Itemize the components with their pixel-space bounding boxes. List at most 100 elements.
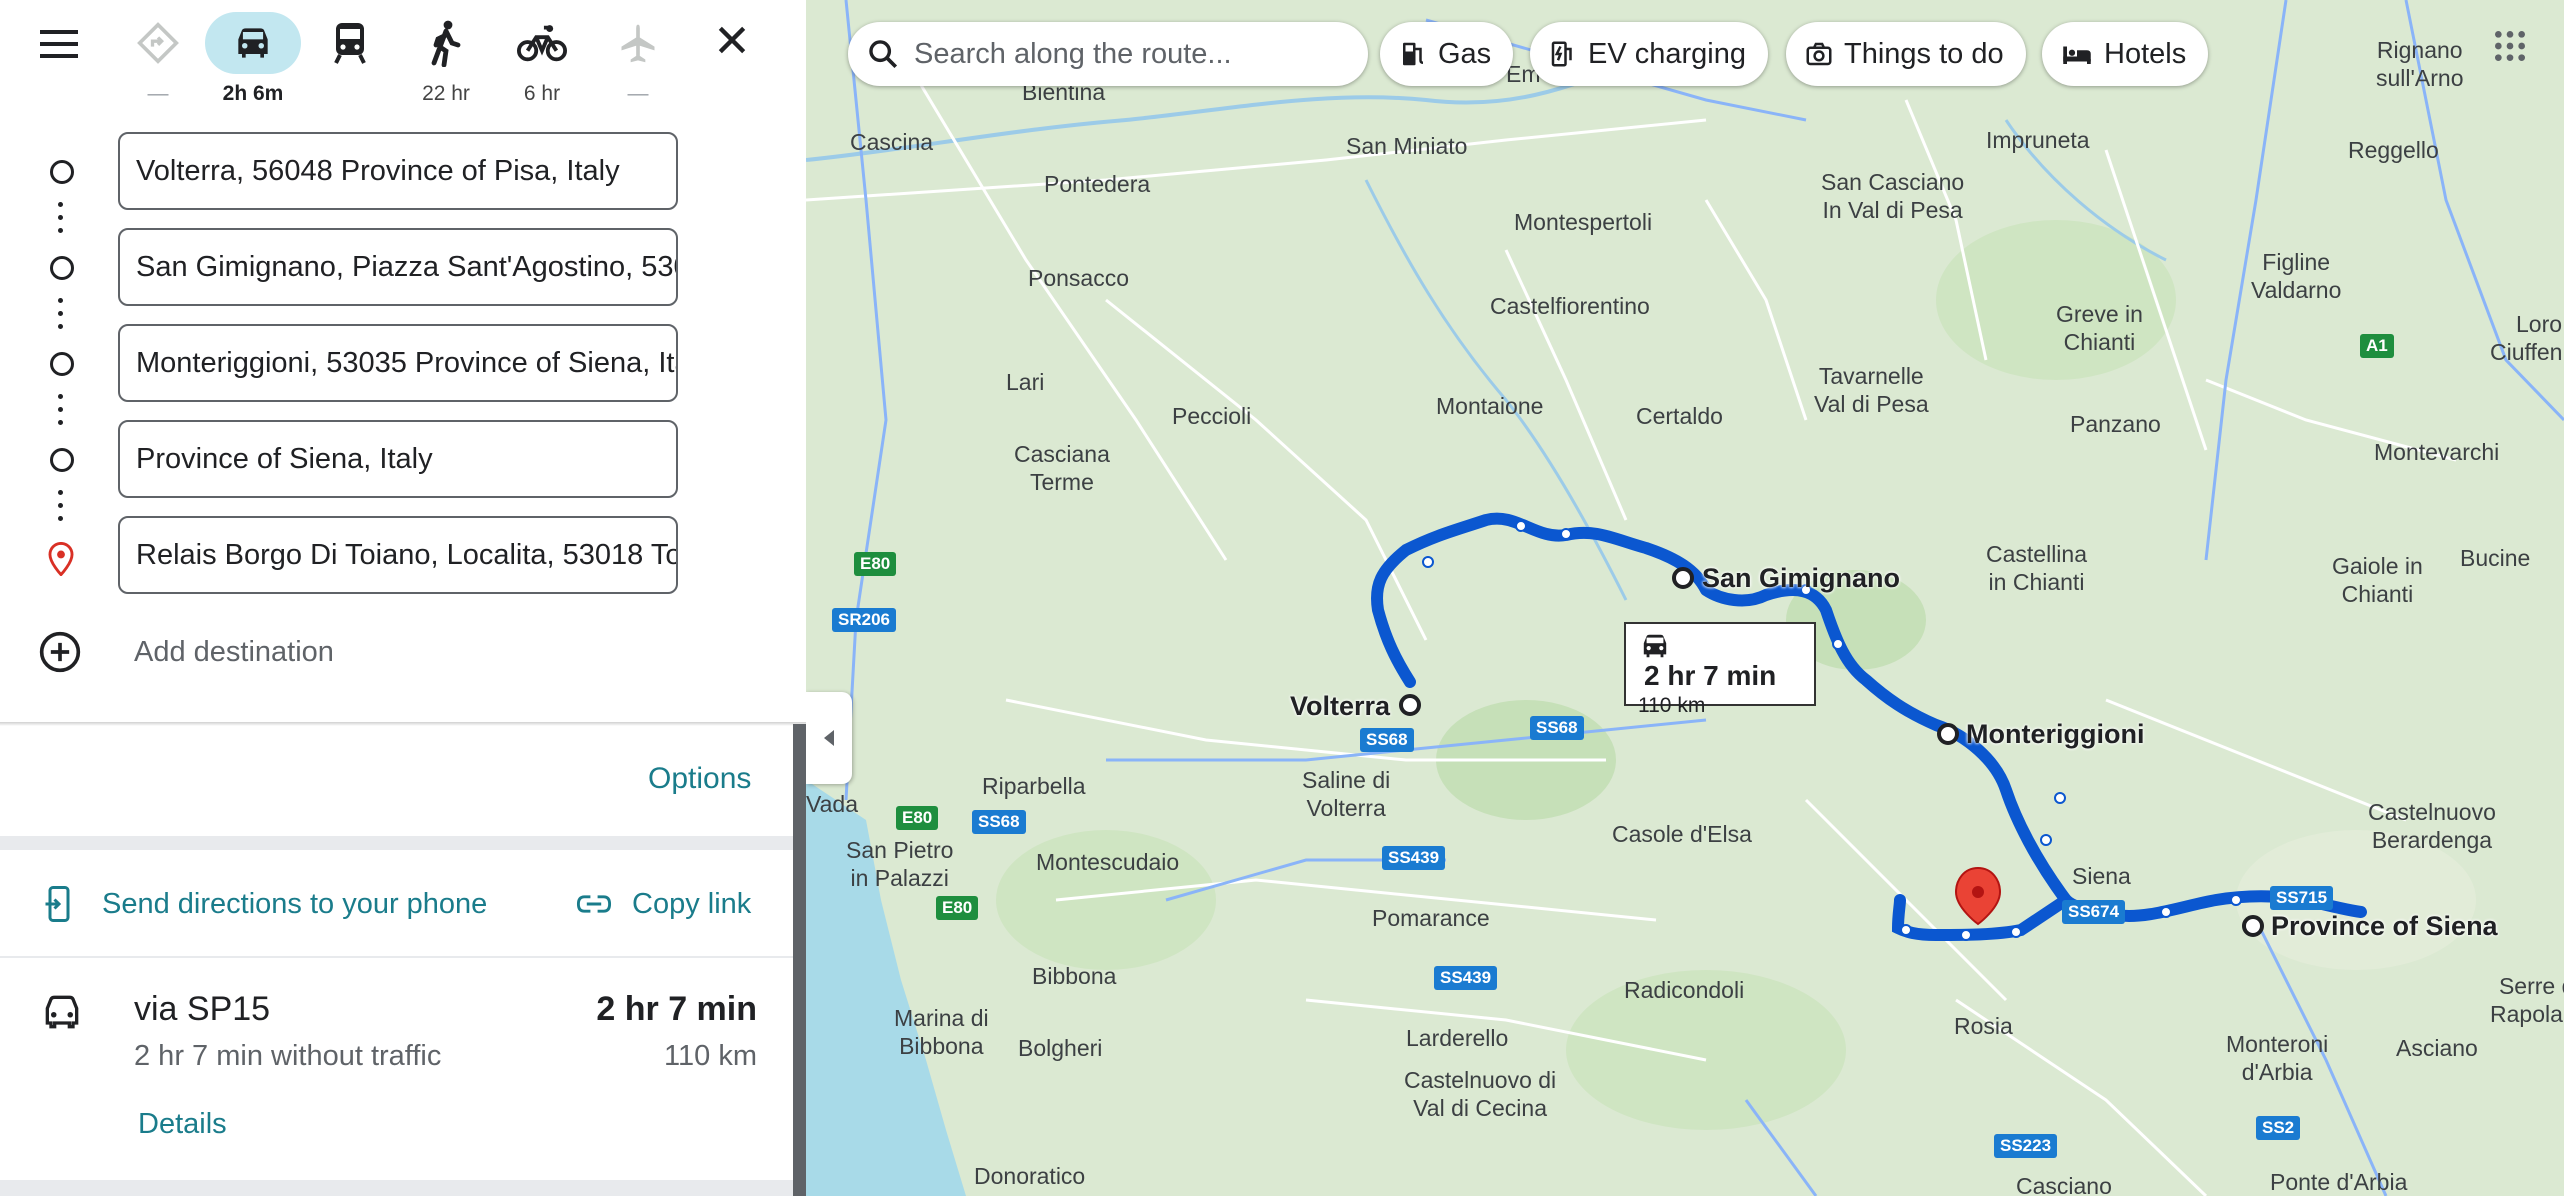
copy-link-button[interactable]: Copy link <box>576 884 751 924</box>
mode-best-label: — <box>147 82 169 105</box>
mode-transit-label <box>302 82 398 106</box>
mode-flights-label: — <box>627 82 649 105</box>
divider <box>0 722 806 726</box>
link-icon <box>576 895 612 913</box>
route-time: 2 hr 7 min <box>596 990 757 1028</box>
road-shield: E80 <box>936 896 979 920</box>
options-button[interactable]: Options <box>648 762 751 796</box>
bicycle-icon <box>517 25 567 62</box>
road-shield: SS674 <box>2062 900 2126 924</box>
chip-gas-label: Gas <box>1438 37 1492 70</box>
chip-things-to-do[interactable]: Things to do <box>1786 22 2026 86</box>
details-button[interactable]: Details <box>138 1108 227 1141</box>
stop-row: Province of Siena, Italy <box>0 418 806 498</box>
mode-cycling-label: 6 hr <box>523 82 561 105</box>
panel-scrollbar[interactable] <box>793 724 806 1196</box>
directions-panel: — 2h 6m 22 hr 6 hr — Volterra, 56048 Pro… <box>0 0 806 1196</box>
map-label: Casciano <box>2016 1173 2112 1196</box>
mode-driving-label: 2h 6m <box>222 82 284 105</box>
stop-row: San Gimignano, Piazza Sant'Agostino, 530… <box>0 226 806 306</box>
road-shield: SS223 <box>1994 1134 2058 1158</box>
map-label: Rosia <box>1954 1013 2013 1039</box>
info-distance: 110 km <box>1638 694 1706 717</box>
map-label-province-siena[interactable]: Province of Siena <box>2271 912 2498 940</box>
chip-hotels[interactable]: Hotels <box>2042 22 2209 86</box>
divider <box>0 1180 793 1196</box>
map-label-san-gimignano[interactable]: San Gimignano <box>1702 564 1900 592</box>
search-icon <box>869 40 898 69</box>
map-label: Figline Valdarno <box>2251 249 2342 303</box>
stop-input-1[interactable]: Volterra, 56048 Province of Pisa, Italy <box>118 132 678 210</box>
map-label: Gaiole in Chianti <box>2332 553 2423 607</box>
map-label: Pontedera <box>1044 171 1151 197</box>
mode-transit[interactable] <box>302 12 398 108</box>
map-label: Bibbona <box>1032 963 1117 989</box>
mode-walking-label: 22 hr <box>422 82 470 105</box>
map-label-monteriggioni[interactable]: Monteriggioni <box>1966 720 2144 748</box>
gas-station-icon <box>1403 42 1424 66</box>
map-label: Castelfiorentino <box>1490 293 1650 319</box>
map-label: Panzano <box>2070 411 2161 437</box>
map-label: Larderello <box>1406 1025 1509 1051</box>
map-label: Monteroni d'Arbia <box>2226 1031 2329 1085</box>
search-along-route-input[interactable]: Search along the route... <box>848 22 1368 86</box>
road-shield: SS2 <box>2256 1116 2301 1140</box>
map-label: Montevarchi <box>2374 439 2500 465</box>
map-label: Bucine <box>2460 545 2531 571</box>
map-label: Ponte d'Arbia <box>2270 1169 2408 1195</box>
add-destination-label: Add destination <box>134 636 334 668</box>
ev-charger-icon <box>1551 41 1572 67</box>
map-label: Loro Ciuffenna <box>2490 311 2564 365</box>
map-label-volterra[interactable]: Volterra <box>1290 692 1390 720</box>
google-apps-icon[interactable] <box>2490 26 2530 66</box>
route-info-box[interactable]: 2 hr 7 min 110 km <box>1624 622 1816 717</box>
mode-driving[interactable]: 2h 6m <box>205 12 301 108</box>
map-label: Marina di Bibbona <box>894 1005 989 1059</box>
map-canvas[interactable]: Volterra San Gimignano Monteriggioni Pro… <box>806 0 2564 1196</box>
car-icon <box>238 28 268 58</box>
camera-icon <box>1806 42 1832 66</box>
road-shield: E80 <box>854 552 897 576</box>
map-label: Certaldo <box>1636 403 1723 429</box>
stop-input-4[interactable]: Province of Siena, Italy <box>118 420 678 498</box>
stop-row: Volterra, 56048 Province of Pisa, Italy <box>0 130 806 210</box>
stop-row: Relais Borgo Di Toiano, Localita, 53018 … <box>0 514 806 594</box>
chip-gas[interactable]: Gas <box>1380 22 1514 86</box>
map-label: San Miniato <box>1346 133 1468 159</box>
walking-icon <box>431 20 461 67</box>
mode-cycling[interactable]: 6 hr <box>494 12 590 108</box>
mode-best[interactable]: — <box>110 12 206 108</box>
waypoint-circle-icon <box>50 160 74 184</box>
train-icon <box>334 23 366 64</box>
send-to-phone-button[interactable]: Send directions to your phone <box>44 884 487 924</box>
map-label: Bolgheri <box>1018 1035 1103 1061</box>
map-label: Cascina <box>850 129 934 155</box>
route-distance: 110 km <box>664 1040 757 1072</box>
mode-walking[interactable]: 22 hr <box>398 12 494 108</box>
directions-diamond-icon <box>137 22 179 64</box>
chip-ev-charging[interactable]: EV charging <box>1530 22 1768 86</box>
waypoint-circle-icon <box>50 352 74 376</box>
route-option[interactable]: via SP15 2 hr 7 min without traffic 2 hr… <box>0 960 793 1180</box>
stop-input-3[interactable]: Monteriggioni, 53035 Province of Siena, … <box>118 324 678 402</box>
copy-label: Copy link <box>632 887 752 920</box>
send-to-phone-icon <box>45 886 70 922</box>
map-label: San Pietro in Palazzi <box>846 837 954 891</box>
menu-button[interactable] <box>36 24 90 66</box>
chip-ev-label: EV charging <box>1588 37 1746 70</box>
add-circle-icon <box>39 631 81 673</box>
add-destination-button[interactable]: Add destination <box>0 620 806 684</box>
mode-flights[interactable]: — <box>590 12 686 108</box>
map-label: Serre di Rapolano <box>2490 973 2564 1027</box>
car-icon <box>1643 634 1667 658</box>
stop-input-2[interactable]: San Gimignano, Piazza Sant'Agostino, 530… <box>118 228 678 306</box>
destination-pin-icon <box>48 542 74 576</box>
map-label: Reggello <box>2348 137 2439 163</box>
map-label: Riparbella <box>982 773 1086 799</box>
collapse-panel-button[interactable] <box>806 692 852 784</box>
map-label: Donoratico <box>974 1163 1086 1189</box>
map-label: Saline di Volterra <box>1302 767 1391 821</box>
close-directions-button[interactable] <box>712 20 756 64</box>
stop-input-5[interactable]: Relais Borgo Di Toiano, Localita, 53018 … <box>118 516 678 594</box>
map-label: Casole d'Elsa <box>1612 821 1752 847</box>
